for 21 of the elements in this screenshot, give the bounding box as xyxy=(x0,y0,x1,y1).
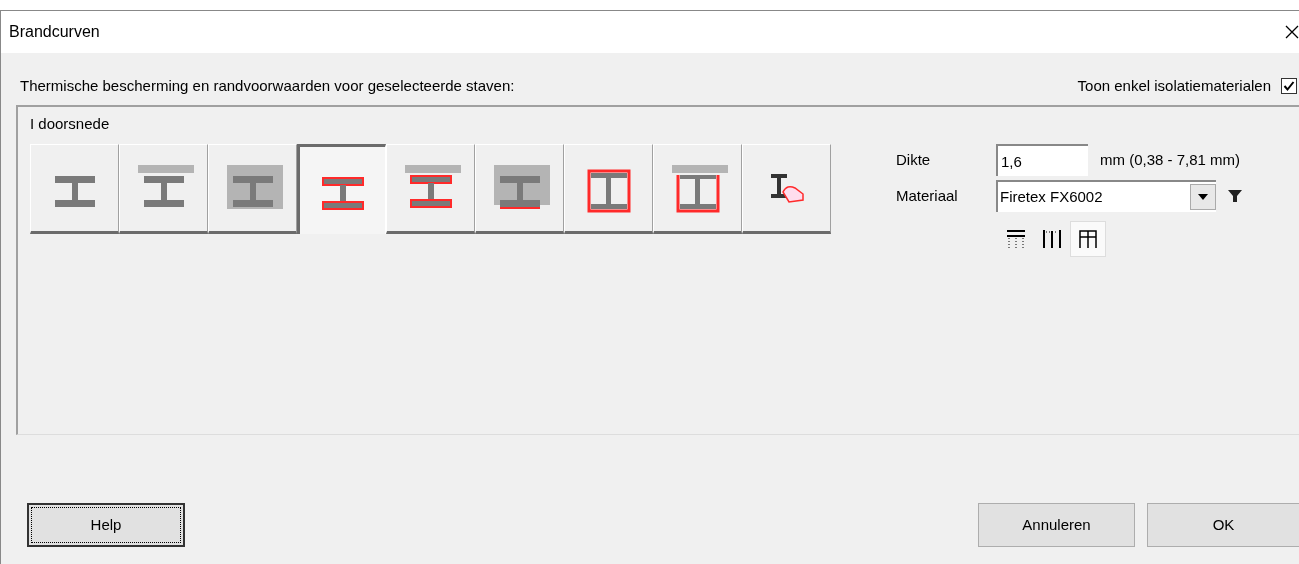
grid-lines-icon xyxy=(1041,228,1063,250)
help-button[interactable]: Help xyxy=(27,503,185,547)
grid-lines-icon xyxy=(1005,228,1027,250)
isolation-checkbox[interactable] xyxy=(1281,78,1297,94)
section-heading: Thermische bescherming en randvoorwaarden voor geselecteerde staven: xyxy=(20,75,515,96)
filter-icon[interactable] xyxy=(1228,189,1242,203)
group-title: I doorsnede xyxy=(30,114,111,134)
thickness-range: mm (0,38 - 7,81 mm) xyxy=(1100,149,1241,170)
close-icon xyxy=(1285,25,1299,39)
dropdown-arrow-icon xyxy=(1198,194,1208,200)
window-title: Brandcurven xyxy=(9,22,100,42)
material-label: Materiaal xyxy=(896,185,959,206)
grid-lines-icon xyxy=(1077,228,1099,250)
ok-button[interactable]: OK xyxy=(1147,503,1299,547)
beam-with-hand-icon xyxy=(769,172,804,203)
cancel-button[interactable]: Annuleren xyxy=(978,503,1135,547)
thickness-label: Dikte xyxy=(896,149,932,170)
thickness-input[interactable]: 1,6 xyxy=(996,144,1088,176)
material-dropdown[interactable]: Firetex FX6002 xyxy=(996,180,1216,212)
checkbox-label: Toon enkel isolatiematerialen xyxy=(1077,75,1271,96)
exposure-toggle[interactable] xyxy=(1070,221,1106,257)
